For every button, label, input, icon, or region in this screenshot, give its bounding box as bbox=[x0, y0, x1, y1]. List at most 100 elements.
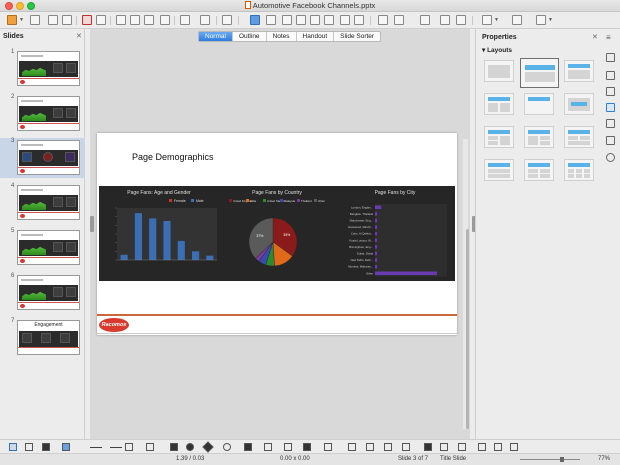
spelling-icon[interactable] bbox=[222, 15, 232, 25]
paste-icon[interactable] bbox=[144, 15, 154, 25]
filter-icon[interactable] bbox=[458, 443, 466, 451]
cut-icon[interactable] bbox=[116, 15, 126, 25]
save-icon[interactable] bbox=[48, 15, 58, 25]
chevron-down-icon[interactable]: ▼ bbox=[19, 17, 24, 23]
slide-thumbnail-6[interactable]: 6 bbox=[0, 273, 85, 313]
basic-shapes-icon[interactable] bbox=[202, 441, 214, 453]
export-pdf-icon[interactable] bbox=[82, 15, 92, 25]
tab-handout[interactable]: Handout bbox=[297, 32, 335, 41]
stars-icon[interactable] bbox=[303, 443, 311, 451]
tab-slide-sorter[interactable]: Slide Sorter bbox=[334, 32, 380, 41]
slide-title[interactable]: Page Demographics bbox=[132, 152, 214, 162]
fontwork-icon[interactable] bbox=[324, 15, 334, 25]
master-slide-icon[interactable] bbox=[420, 15, 430, 25]
print-icon[interactable] bbox=[96, 15, 106, 25]
image-icon[interactable] bbox=[282, 15, 292, 25]
layout-title-content[interactable] bbox=[564, 60, 594, 82]
arrow-line-icon[interactable] bbox=[110, 447, 122, 448]
distribute-icon[interactable] bbox=[402, 443, 410, 451]
rectangle-icon[interactable] bbox=[170, 443, 178, 451]
slide-thumbnail-7[interactable]: 7 Engagement bbox=[0, 318, 85, 358]
rotate-icon[interactable] bbox=[348, 443, 356, 451]
slide-thumbnail-4[interactable]: 4 bbox=[0, 183, 85, 223]
chevron-down-icon[interactable]: ▼ bbox=[548, 17, 553, 23]
slide-thumbnail-3[interactable]: 3 bbox=[0, 138, 85, 178]
chart-icon[interactable] bbox=[296, 15, 306, 25]
slide-thumbnail-5[interactable]: 5 bbox=[0, 228, 85, 268]
slide-transition-icon[interactable] bbox=[512, 15, 522, 25]
vertical-scrollbar-thumb[interactable] bbox=[466, 229, 469, 429]
animation-icon[interactable] bbox=[606, 87, 615, 96]
layout-centered-text[interactable] bbox=[564, 93, 594, 115]
zoom-slider-knob[interactable] bbox=[560, 457, 564, 462]
tab-notes[interactable]: Notes bbox=[267, 32, 297, 41]
connector-icon[interactable] bbox=[146, 443, 154, 451]
textbox-icon[interactable] bbox=[310, 15, 320, 25]
toggle-extrusion-icon[interactable] bbox=[510, 443, 518, 451]
charts-band[interactable]: Page Fans: Age and Gender Female Male Pa… bbox=[99, 186, 455, 281]
zoom-slider[interactable] bbox=[520, 459, 580, 460]
callouts-icon[interactable] bbox=[284, 443, 292, 451]
tab-normal[interactable]: Normal bbox=[199, 32, 233, 41]
crop-icon[interactable] bbox=[440, 443, 448, 451]
shadow-icon[interactable] bbox=[424, 443, 432, 451]
zoom-pan-icon[interactable] bbox=[25, 443, 33, 451]
symbol-shapes-icon[interactable] bbox=[223, 443, 231, 451]
3d-objects-icon[interactable] bbox=[324, 443, 332, 451]
zoom-level[interactable]: 77% bbox=[598, 456, 610, 462]
layout-title-4content[interactable] bbox=[524, 159, 554, 181]
line-icon[interactable] bbox=[90, 447, 102, 448]
slide-thumbnail-2[interactable]: 2 bbox=[0, 94, 85, 134]
sidebar-settings-icon[interactable]: ≡ bbox=[606, 33, 615, 42]
toggle-point-edit-icon[interactable] bbox=[478, 443, 486, 451]
navigator-icon[interactable] bbox=[606, 153, 615, 162]
block-arrows-icon[interactable] bbox=[244, 443, 252, 451]
slide-canvas[interactable]: Page Demographics Page Fans: Age and Gen… bbox=[97, 133, 457, 335]
close-icon[interactable]: ✕ bbox=[76, 32, 82, 40]
curve-icon[interactable] bbox=[125, 443, 133, 451]
slides-panel-collapse-handle[interactable] bbox=[90, 216, 94, 232]
layout-title-content-2content[interactable] bbox=[524, 126, 554, 148]
copy-icon[interactable] bbox=[130, 15, 140, 25]
slide-thumbnail-1[interactable]: 1 bbox=[0, 49, 85, 89]
select-arrow-icon[interactable] bbox=[9, 443, 17, 451]
hyperlink-icon[interactable] bbox=[340, 15, 350, 25]
slide-show-current-icon[interactable] bbox=[394, 15, 404, 25]
styles-icon[interactable] bbox=[606, 119, 615, 128]
close-icon[interactable]: ✕ bbox=[592, 33, 598, 41]
export-icon[interactable] bbox=[62, 15, 72, 25]
slide-transition-icon[interactable] bbox=[606, 71, 615, 80]
new-slide-icon[interactable] bbox=[7, 15, 17, 25]
layout-title-2content-content[interactable] bbox=[484, 126, 514, 148]
line-color-icon[interactable] bbox=[42, 443, 50, 451]
gallery-icon[interactable] bbox=[606, 136, 615, 145]
clone-formatting-icon[interactable] bbox=[160, 15, 170, 25]
layouts-section-header[interactable]: ▾ Layouts bbox=[482, 46, 512, 54]
redo-icon[interactable] bbox=[200, 15, 210, 25]
layout-title-content-over[interactable] bbox=[484, 159, 514, 181]
fill-color-icon[interactable] bbox=[62, 443, 70, 451]
layout-title-2content-over[interactable] bbox=[564, 126, 594, 148]
sidebar-toggle-icon[interactable] bbox=[536, 15, 546, 25]
glue-points-icon[interactable] bbox=[494, 443, 502, 451]
layout-title-6content[interactable] bbox=[564, 159, 594, 181]
duplicate-slide-icon[interactable] bbox=[456, 15, 466, 25]
master-slides-icon[interactable] bbox=[606, 103, 615, 112]
layout-title-two-content[interactable] bbox=[484, 93, 514, 115]
start-slideshow-icon[interactable] bbox=[378, 15, 388, 25]
layout-blank[interactable] bbox=[484, 60, 514, 82]
flowchart-icon[interactable] bbox=[264, 443, 272, 451]
layout-title-only[interactable] bbox=[524, 93, 554, 115]
slide-layout-icon[interactable] bbox=[482, 15, 492, 25]
table-icon[interactable] bbox=[266, 15, 276, 25]
special-character-icon[interactable] bbox=[354, 15, 364, 25]
layout-title-slide[interactable] bbox=[520, 58, 559, 88]
properties-icon[interactable] bbox=[606, 53, 615, 62]
open-icon[interactable] bbox=[30, 15, 40, 25]
chevron-down-icon[interactable]: ▼ bbox=[494, 17, 499, 23]
ellipse-icon[interactable] bbox=[186, 443, 194, 451]
display-grid-icon[interactable] bbox=[250, 15, 260, 25]
tab-outline[interactable]: Outline bbox=[233, 32, 267, 41]
align-icon[interactable] bbox=[366, 443, 374, 451]
new-page-icon[interactable] bbox=[440, 15, 450, 25]
